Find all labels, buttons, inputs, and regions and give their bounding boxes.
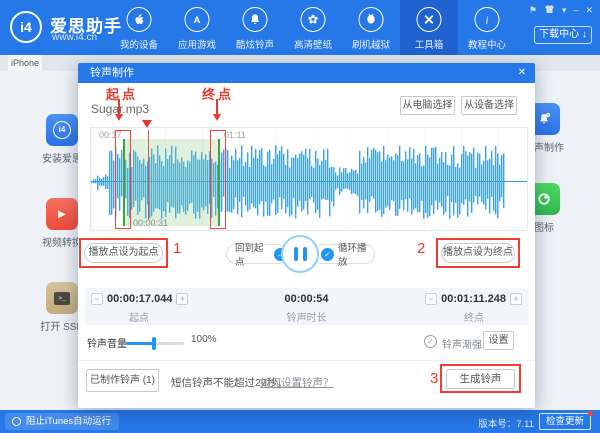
set-end-button[interactable]: 播放点设为终点 bbox=[441, 243, 515, 263]
nav-label: 刷机越狱 bbox=[342, 37, 400, 51]
volume-slider-handle[interactable] bbox=[152, 337, 156, 350]
nav-label: 应用游戏 bbox=[168, 37, 226, 51]
close-window-button[interactable]: ✕ bbox=[585, 5, 593, 16]
end-time-label: 01:11 bbox=[224, 130, 246, 140]
update-notification-dot bbox=[588, 411, 593, 416]
dialog-close-button[interactable]: ✕ bbox=[513, 63, 531, 83]
annotation-end-label: 终点 bbox=[202, 84, 234, 103]
brand-badge: i4 bbox=[20, 19, 32, 35]
apple-icon bbox=[127, 7, 152, 32]
volume-slider[interactable] bbox=[126, 342, 184, 345]
annotation-number-2: 2 bbox=[417, 240, 425, 257]
nav-label: 酷炫铃声 bbox=[226, 37, 284, 51]
annotation-start-label: 起点 bbox=[106, 84, 138, 103]
waveform-panel[interactable]: 00:17 01:11 00:00:31 bbox=[90, 127, 528, 231]
footer-divider bbox=[78, 360, 535, 361]
pick-from-device-button[interactable]: 从设备选择 bbox=[461, 96, 517, 115]
annotation-number-1: 1 bbox=[173, 240, 181, 257]
menu-caret-icon[interactable]: ▾ bbox=[562, 5, 567, 16]
annotation-end-arrow bbox=[216, 99, 218, 114]
header-bar: i4 爱思助手 www.i4.cn 我的设备 A 应用游戏 酷炫铃声 高清壁纸 bbox=[0, 0, 600, 55]
nav-app-games[interactable]: A 应用游戏 bbox=[168, 0, 226, 55]
tab-iphone[interactable]: iPhone bbox=[8, 55, 42, 71]
back-to-start-button[interactable]: 回到起点 ← bbox=[226, 244, 288, 264]
selection-region bbox=[123, 139, 219, 226]
playhead-marker[interactable] bbox=[142, 120, 152, 133]
pause-button[interactable] bbox=[281, 235, 319, 273]
radio-circle-icon bbox=[12, 417, 21, 426]
svg-text:A: A bbox=[194, 15, 201, 25]
tool-video-convert-icon[interactable]: ▶ bbox=[46, 198, 78, 230]
toolbox-icon bbox=[417, 7, 442, 32]
nav-flash-jailbreak[interactable]: 刷机越狱 bbox=[342, 0, 400, 55]
end-time-group: − 00:01:11.248 + bbox=[425, 293, 522, 305]
fade-settings-button[interactable]: 设置 bbox=[483, 331, 514, 350]
pick-from-pc-button[interactable]: 从电脑选择 bbox=[400, 96, 455, 115]
flower-icon bbox=[301, 7, 326, 32]
nav-my-device[interactable]: 我的设备 bbox=[110, 0, 168, 55]
start-time-label: 00:17 bbox=[99, 130, 122, 140]
song-name: Sugar.mp3 bbox=[91, 102, 149, 116]
volume-slider-fill bbox=[126, 342, 154, 345]
nav-label: 我的设备 bbox=[110, 37, 168, 51]
end-minus-button[interactable]: − bbox=[425, 293, 437, 305]
dialog-title: 铃声制作 bbox=[90, 63, 134, 83]
brand-site: www.i4.cn bbox=[52, 32, 97, 43]
set-start-button[interactable]: 播放点设为起点 bbox=[84, 243, 163, 263]
end-time-value: 00:01:11.248 bbox=[441, 293, 506, 305]
version-label: 版本号：7.11 bbox=[478, 416, 534, 430]
nav-hd-wallpapers[interactable]: 高清壁纸 bbox=[284, 0, 342, 55]
nav-label: 教程中心 bbox=[458, 37, 516, 51]
loop-play-toggle[interactable]: ✓ 循环播放 bbox=[313, 244, 375, 264]
block-itunes-toggle[interactable]: 阻止iTunes自动运行 bbox=[5, 413, 119, 430]
svg-text:i: i bbox=[486, 14, 489, 26]
playhead-line[interactable] bbox=[148, 130, 149, 220]
playhead-time-label: 00:00:31 bbox=[133, 218, 168, 228]
svg-text:+: + bbox=[547, 113, 550, 118]
annotation-end-box bbox=[210, 130, 226, 229]
dialog-titlebar: 铃声制作 ✕ bbox=[78, 63, 535, 83]
nav-toolbox[interactable]: 工具箱 bbox=[400, 0, 458, 55]
theme-shirt-icon[interactable] bbox=[544, 4, 555, 17]
time-panel: − 00:00:17.044 + 起点 00:00:54 铃声时长 − 00:0… bbox=[85, 288, 528, 325]
nav-cool-ringtones[interactable]: 酷炫铃声 bbox=[226, 0, 284, 55]
end-plus-button[interactable]: + bbox=[510, 293, 522, 305]
check-update-button[interactable]: 检查更新 bbox=[539, 413, 591, 430]
window-controls: ⚑ ▾ – ✕ bbox=[529, 4, 593, 17]
app-window: i4 爱思助手 www.i4.cn 我的设备 A 应用游戏 酷炫铃声 高清壁纸 bbox=[0, 0, 600, 433]
status-bar: 阻止iTunes自动运行 版本号：7.11 检查更新 bbox=[0, 410, 600, 433]
volume-label: 铃声音量 bbox=[87, 335, 127, 350]
info-icon: i bbox=[475, 7, 500, 32]
nav-label: 工具箱 bbox=[400, 37, 458, 51]
download-center-button[interactable]: 下载中心 ↓ bbox=[534, 26, 592, 44]
volume-percent: 100% bbox=[191, 334, 217, 345]
annotation-number-3: 3 bbox=[430, 370, 438, 387]
loop-check-icon: ✓ bbox=[321, 248, 334, 261]
tool-install-i4-icon[interactable]: i4 bbox=[46, 114, 78, 146]
annotation-start-box bbox=[115, 130, 131, 229]
minimize-button[interactable]: – bbox=[573, 5, 578, 16]
fade-in-checkbox[interactable]: ✓ bbox=[424, 335, 437, 348]
appstore-icon: A bbox=[185, 7, 210, 32]
made-ringtones-button[interactable]: 已制作铃声 (1) bbox=[86, 369, 159, 392]
end-time-caption: 终点 bbox=[444, 309, 504, 324]
generate-ringtone-button[interactable]: 生成铃声 bbox=[446, 369, 515, 389]
bell-icon bbox=[243, 7, 268, 32]
brand-logo: i4 bbox=[10, 11, 42, 43]
jailbreak-icon bbox=[359, 7, 384, 32]
block-itunes-label: 阻止iTunes自动运行 bbox=[26, 413, 111, 430]
feedback-flag-icon[interactable]: ⚑ bbox=[529, 5, 537, 16]
nav-tutorial-center[interactable]: i 教程中心 bbox=[458, 0, 516, 55]
tool-open-ssh-icon[interactable]: >_ bbox=[46, 282, 78, 314]
ringtone-maker-dialog: 铃声制作 ✕ 起点 终点 Sugar.mp3 从电脑选择 从设备选择 00:17… bbox=[78, 63, 535, 408]
how-to-set-ringtone-link[interactable]: 如何设置铃声？ bbox=[260, 375, 334, 390]
nav-label: 高清壁纸 bbox=[284, 37, 342, 51]
